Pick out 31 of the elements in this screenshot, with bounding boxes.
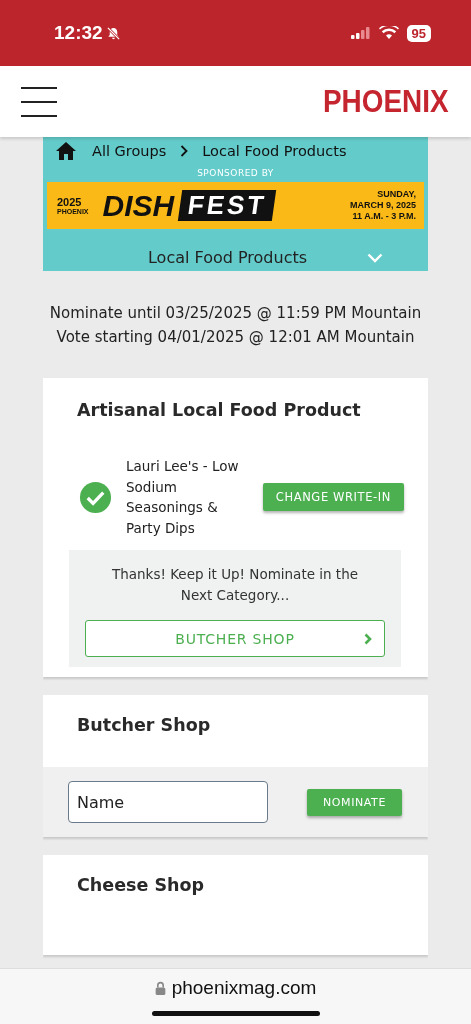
banner-date-line: 11 A.M. - 3 P.M. bbox=[352, 210, 416, 222]
category-title: Cheese Shop bbox=[76, 874, 206, 897]
deadline-text: Nominate until 03/25/2025 @ 11:59 PM Mountain bbox=[48, 302, 423, 324]
chevron-down-icon bbox=[367, 252, 384, 263]
deadline-text: Vote starting 04/01/2025 @ 12:01 AM Mountain bbox=[55, 326, 416, 348]
banner-date-line: MARCH 9, 2025 bbox=[349, 200, 416, 211]
home-icon[interactable] bbox=[56, 142, 76, 160]
nominee-name: Lauri Lee's - Low Sodium Seasonings & Party Dips bbox=[126, 457, 240, 538]
category-title: Artisanal Local Food Product bbox=[76, 399, 362, 422]
group-dropdown[interactable]: Local Food Products bbox=[87, 244, 384, 271]
menu-icon[interactable] bbox=[21, 86, 57, 117]
address-bar[interactable]: phoenixmag.com bbox=[154, 977, 317, 999]
category-title: Butcher Shop bbox=[76, 714, 212, 737]
logo[interactable]: PHOENIX bbox=[323, 83, 449, 120]
lock-icon bbox=[154, 981, 166, 995]
banner-date-line: SUNDAY, bbox=[377, 189, 416, 201]
breadcrumb-link[interactable]: Local Food Products bbox=[202, 143, 347, 159]
battery-indicator: 95 bbox=[406, 24, 431, 42]
wifi-icon bbox=[378, 26, 399, 40]
check-circle-icon bbox=[79, 480, 112, 514]
sponsored-label: SPONSORED BY bbox=[196, 168, 275, 178]
chevron-right-icon bbox=[180, 145, 189, 157]
clock: 12:32 bbox=[54, 22, 103, 44]
thanks-message: Thanks! Keep it Up! Nominate in the Next Category... bbox=[110, 565, 360, 605]
banner-title: DISH bbox=[102, 188, 175, 223]
signal-icon bbox=[350, 27, 371, 39]
name-input[interactable]: Name bbox=[68, 781, 268, 823]
banner-year: 2025 bbox=[57, 196, 83, 208]
banner-flag-title: FEST bbox=[178, 190, 277, 221]
chevron-right-icon bbox=[364, 632, 372, 645]
breadcrumb-link[interactable]: All Groups bbox=[92, 143, 167, 159]
